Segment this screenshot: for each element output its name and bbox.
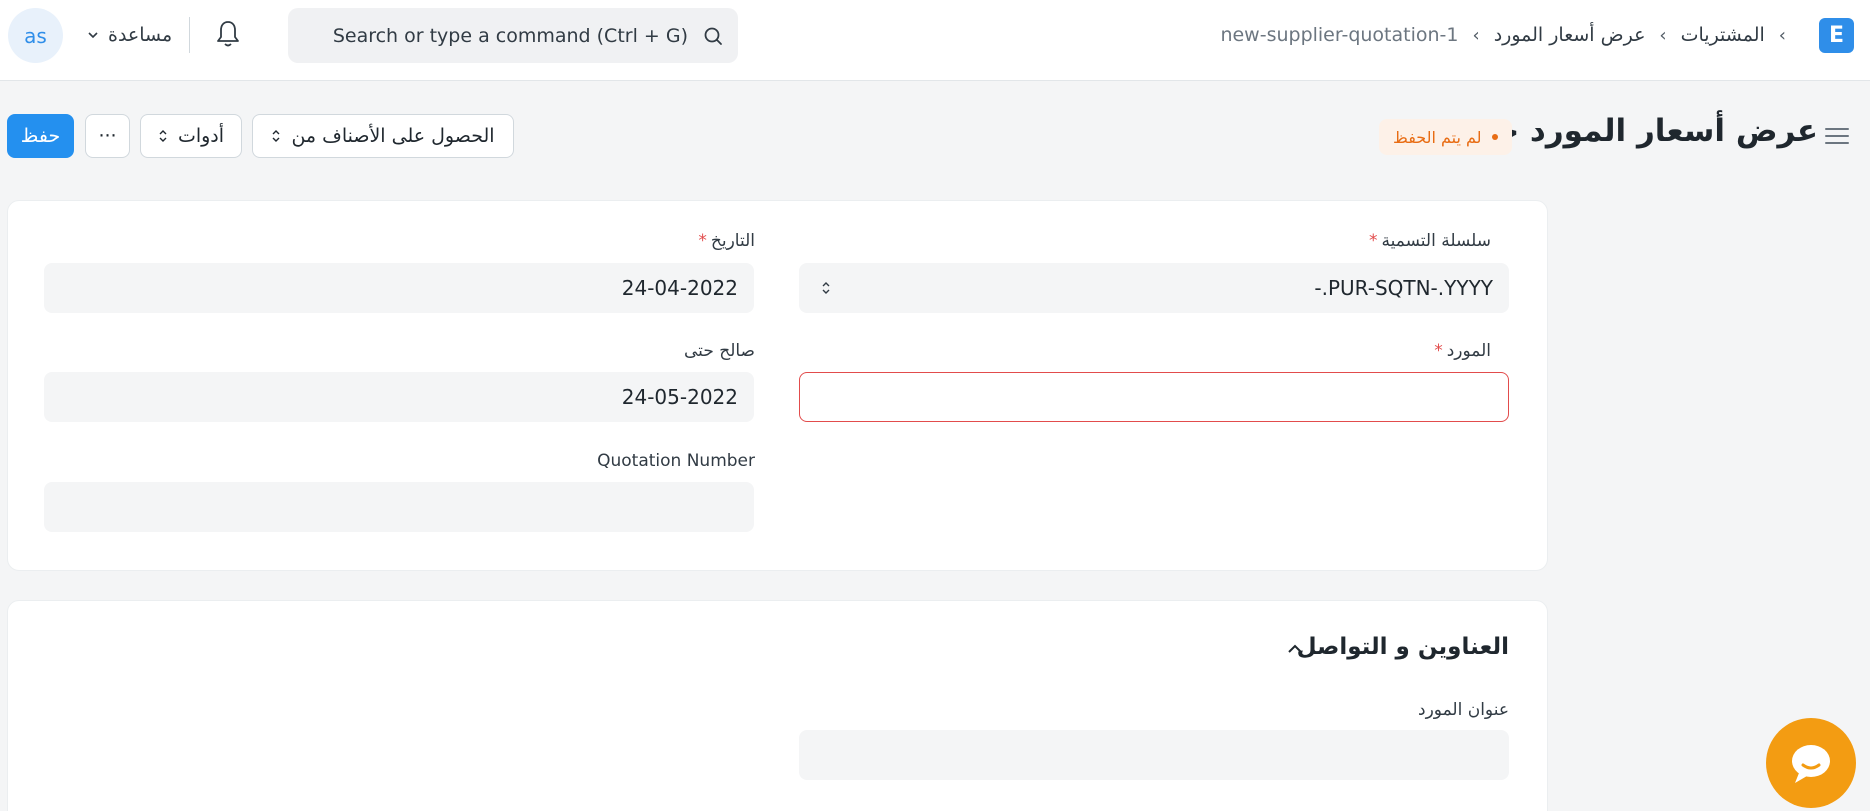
tools-button[interactable]: أدوات [140,114,242,158]
valid-till-value: 24-05-2022 [621,385,738,409]
chevron-updown-icon [272,130,280,142]
chat-widget-button[interactable] [1766,718,1856,808]
search-input[interactable]: Search or type a command (Ctrl + G) [333,25,688,47]
breadcrumb-separator: › [1472,24,1480,46]
status-label: لم يتم الحفظ [1393,127,1482,147]
date-field[interactable]: 24-04-2022 [44,263,754,313]
navbar-divider [189,17,190,53]
breadcrumb-separator: › [1778,24,1786,46]
save-label: حفظ [20,125,61,147]
naming-series-label: سلسلة التسمية* [1369,231,1491,251]
valid-till-label: صالح حتى [684,341,755,361]
get-items-from-label: الحصول على الأصناف من [291,125,495,147]
app-logo[interactable]: E [1819,18,1854,53]
more-icon: ··· [98,125,117,147]
search-icon [704,27,722,45]
valid-till-field[interactable]: 24-05-2022 [44,372,754,422]
search-bar[interactable]: Search or type a command (Ctrl + G) [288,8,738,63]
chevron-updown-icon [159,130,167,142]
date-value: 24-04-2022 [621,276,738,300]
tools-label: أدوات [177,125,225,147]
quotation-number-field[interactable] [44,482,754,532]
chevron-updown-icon [822,282,830,294]
save-button[interactable]: حفظ [7,114,74,158]
supplier-label: المورد* [1434,341,1491,361]
naming-series-select[interactable]: PUR-SQTN-.YYYY.- [799,263,1509,313]
chat-icon [1792,745,1830,783]
get-items-from-button[interactable]: الحصول على الأصناف من [252,114,514,158]
quotation-number-label: Quotation Number [597,451,755,471]
supplier-field[interactable] [799,372,1509,422]
breadcrumb-item-current: new-supplier-quotation-1 [1220,24,1459,46]
chevron-down-icon [88,32,98,39]
help-dropdown[interactable]: مساعدة [86,20,172,50]
breadcrumb: › المشتريات › عرض أسعار المورد › new-sup… [1220,20,1786,50]
naming-series-value: PUR-SQTN-.YYYY.- [1314,276,1493,300]
breadcrumb-item-supplier-quotation[interactable]: عرض أسعار المورد [1494,24,1646,46]
supplier-address-field[interactable] [799,730,1509,780]
date-label: التاريخ* [698,231,755,251]
help-label: مساعدة [108,24,173,46]
breadcrumb-separator: › [1659,24,1667,46]
status-dot [1491,134,1498,140]
more-actions-button[interactable]: ··· [85,114,130,158]
bell-icon[interactable] [214,18,242,50]
status-badge: لم يتم الحفظ [1379,119,1512,155]
supplier-address-label: عنوان المورد [1418,700,1509,720]
avatar[interactable]: as [8,8,63,63]
hamburger-icon[interactable] [1824,125,1850,147]
chevron-up-icon[interactable] [1286,642,1304,656]
section-title-address-contact[interactable]: العناوين و التواصل [1297,634,1509,660]
navbar: as مساعدة Search or type a command (Ctrl… [0,0,1870,81]
breadcrumb-item-buying[interactable]: المشتريات [1681,24,1765,46]
